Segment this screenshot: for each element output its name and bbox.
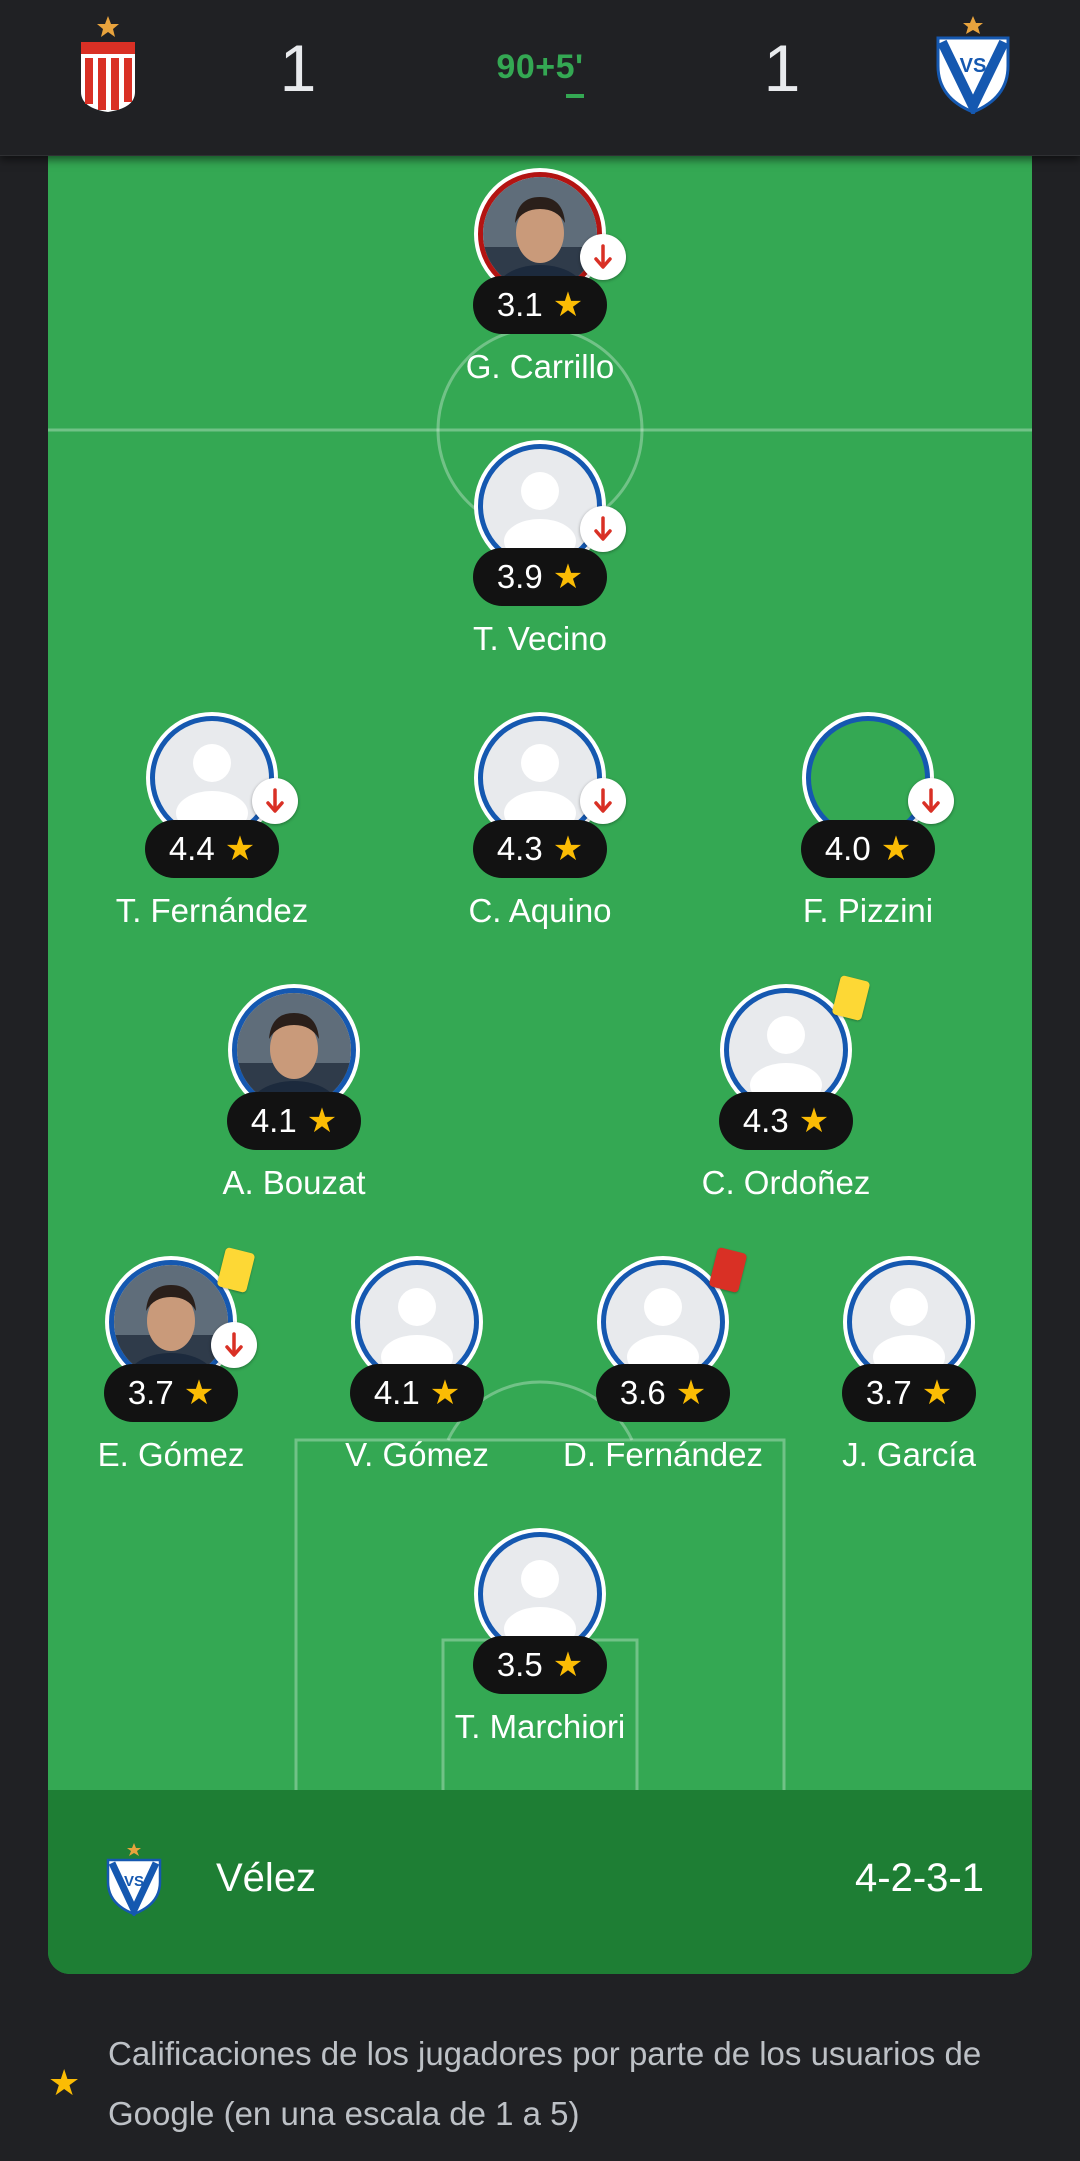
footnote-text: Calificaciones de los jugadores por part… (108, 2035, 982, 2132)
rating-value: 3.7 (127, 1374, 174, 1411)
red-card-icon (708, 1246, 748, 1294)
rating-value: 4.1 (373, 1374, 420, 1411)
player-name: T. Fernández (115, 892, 309, 929)
substitution-out-icon (908, 778, 954, 824)
player-g-carrillo[interactable]: 3.1 ★ G. Carrillo (410, 156, 670, 406)
team-formation: 4-2-3-1 (855, 1856, 984, 1900)
player-d-fernandez[interactable]: 3.6 ★ D. Fernández (533, 1244, 793, 1494)
rating-value: 4.3 (742, 1102, 789, 1139)
rating-value: 4.3 (496, 830, 543, 867)
star-icon: ★ (552, 830, 584, 868)
svg-text:VS: VS (124, 1873, 144, 1890)
player-name: V. Gómez (345, 1436, 489, 1473)
home-team-crest[interactable] (63, 14, 153, 114)
star-icon: ★ (921, 1374, 953, 1412)
player-name: D. Fernández (563, 1436, 763, 1473)
player-rating: 3.6 ★ (596, 1364, 730, 1422)
player-name: J. García (842, 1436, 976, 1473)
star-icon: ★ (224, 830, 256, 868)
substitution-out-icon (252, 778, 298, 824)
star-icon: ★ (798, 1102, 830, 1140)
player-rating: 3.7 ★ (104, 1364, 238, 1422)
player-rating: 3.1 ★ (473, 276, 607, 334)
yellow-card-icon (831, 974, 871, 1022)
star-icon: ★ (183, 1374, 215, 1412)
rating-value: 4.1 (250, 1102, 297, 1139)
star-icon: ★ (552, 1646, 584, 1684)
star-icon: ★ (429, 1374, 461, 1412)
star-icon: ★ (306, 1102, 338, 1140)
player-rating: 4.1 ★ (350, 1364, 484, 1422)
match-score-header[interactable]: 1 90+5' 1 VS (0, 0, 1080, 156)
player-name: T. Vecino (473, 620, 607, 657)
substitution-out-icon (580, 234, 626, 280)
player-t-marchiori[interactable]: 3.5 ★ T. Marchiori (410, 1516, 670, 1766)
star-icon: ★ (675, 1374, 707, 1412)
rating-value: 3.7 (865, 1374, 912, 1411)
player-rating: 3.5 ★ (473, 1636, 607, 1694)
player-c-aquino[interactable]: 4.3 ★ C. Aquino (410, 700, 670, 950)
rating-value: 3.6 (619, 1374, 666, 1411)
star-icon: ★ (552, 558, 584, 596)
player-rating: 4.3 ★ (719, 1092, 853, 1150)
lineup-pitch: 3.1 ★ G. Carrillo 3.9 ★ T. Vecino 4.4 ★ T. Ferná… (48, 156, 1032, 1974)
player-t-fernandez[interactable]: 4.4 ★ T. Fernández (82, 700, 342, 950)
substitution-out-icon (580, 778, 626, 824)
yellow-card-icon (216, 1246, 256, 1294)
player-name: C. Ordoñez (701, 1164, 871, 1201)
player-name: F. Pizzini (802, 892, 934, 929)
player-rating: 3.9 ★ (473, 548, 607, 606)
player-name: A. Bouzat (222, 1164, 366, 1201)
player-f-pizzini[interactable]: 4.0 ★ F. Pizzini (738, 700, 998, 950)
rating-value: 4.4 (168, 830, 215, 867)
substitution-out-icon (211, 1322, 257, 1368)
team-name: Vélez (216, 1856, 317, 1900)
rating-value: 3.9 (496, 558, 543, 595)
player-a-bouzat[interactable]: 4.1 ★ A. Bouzat (164, 972, 424, 1222)
player-name: C. Aquino (468, 892, 612, 929)
svg-text:VS: VS (960, 55, 987, 77)
player-rating: 4.0 ★ (801, 820, 935, 878)
player-name: G. Carrillo (465, 348, 615, 385)
live-indicator (566, 94, 584, 98)
away-team-crest[interactable]: VS (928, 14, 1018, 118)
team-crest: VS (102, 1842, 166, 1919)
match-clock: 90+5' (496, 48, 584, 86)
team-info-bar[interactable]: VS Vélez 4-2-3-1 (48, 1790, 1032, 1974)
star-icon: ★ (552, 286, 584, 324)
player-j-garcia[interactable]: 3.7 ★ J. García (779, 1244, 1032, 1494)
player-rating: 3.7 ★ (842, 1364, 976, 1422)
away-score: 1 (763, 31, 801, 105)
player-v-gomez[interactable]: 4.1 ★ V. Gómez (287, 1244, 547, 1494)
rating-value: 3.1 (496, 286, 543, 323)
star-icon: ★ (48, 2062, 81, 2103)
substitution-out-icon (580, 506, 626, 552)
home-score: 1 (279, 31, 317, 105)
player-rating: 4.3 ★ (473, 820, 607, 878)
rating-value: 4.0 (824, 830, 871, 867)
ratings-footnote: ★ Calificaciones de los jugadores por pa… (48, 2024, 1032, 2154)
player-rating: 4.4 ★ (145, 820, 279, 878)
player-name: T. Marchiori (454, 1708, 626, 1745)
player-rating: 4.1 ★ (227, 1092, 361, 1150)
rating-value: 3.5 (496, 1646, 543, 1683)
star-icon: ★ (880, 830, 912, 868)
player-e-gomez[interactable]: 3.7 ★ E. Gómez (48, 1244, 301, 1494)
player-name: E. Gómez (97, 1436, 245, 1473)
player-t-vecino[interactable]: 3.9 ★ T. Vecino (410, 428, 670, 678)
player-c-ordonez[interactable]: 4.3 ★ C. Ordoñez (656, 972, 916, 1222)
